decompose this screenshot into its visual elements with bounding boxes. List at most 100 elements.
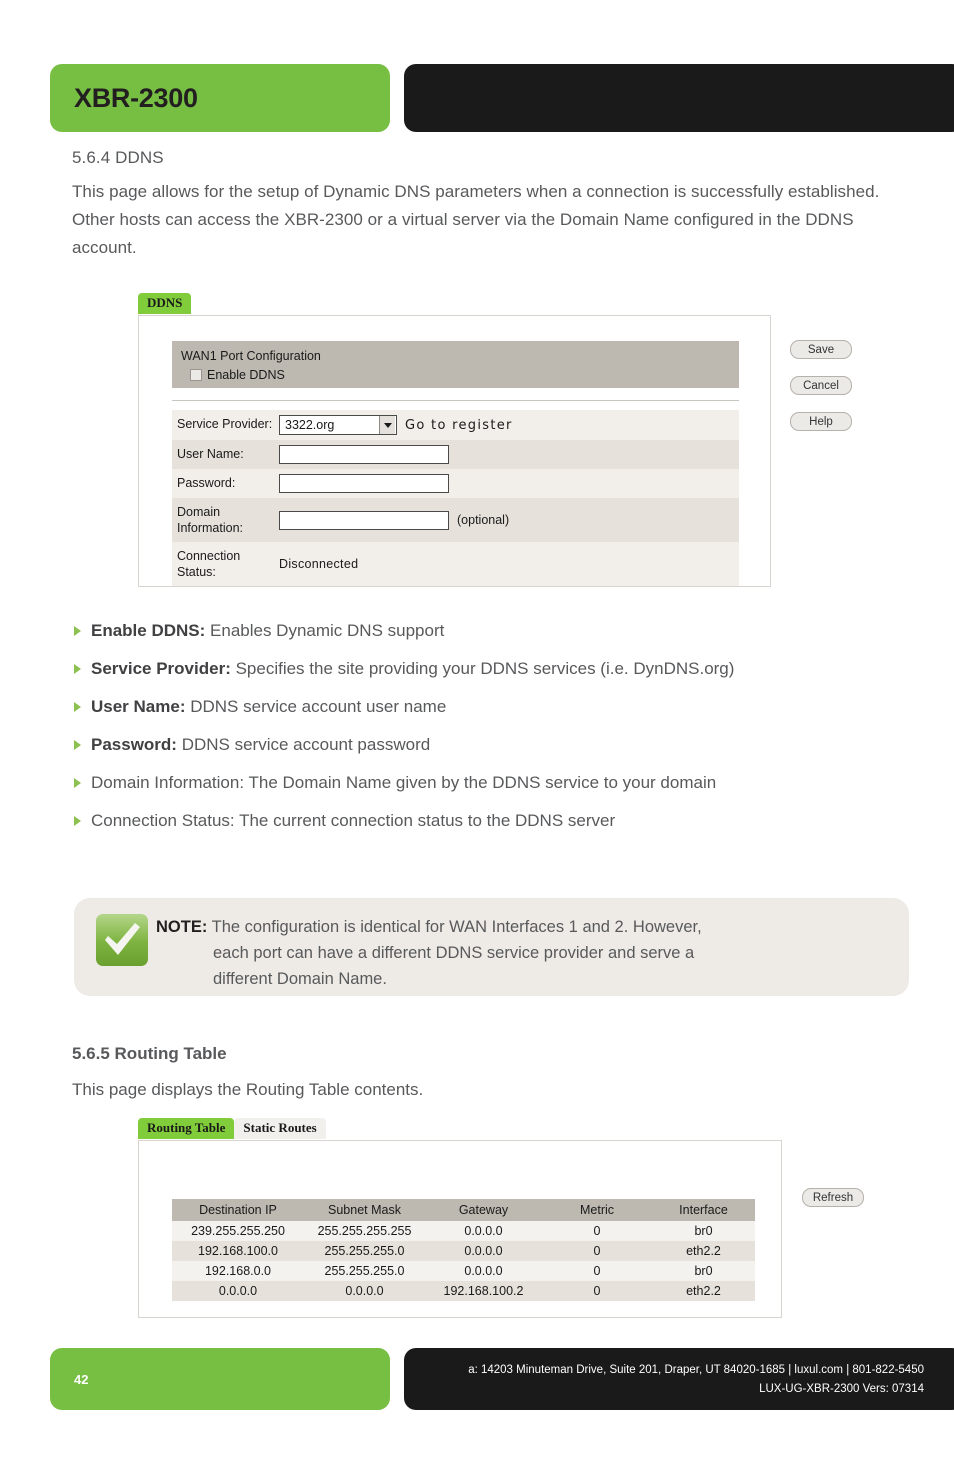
save-button[interactable]: Save: [790, 340, 852, 359]
triangle-bullet-icon: [74, 778, 81, 788]
tab-ddns[interactable]: DDNS: [138, 293, 192, 314]
routing-table-ui-screenshot: Routing Table Static Routes Destination I…: [138, 1118, 898, 1318]
user-name-input[interactable]: [279, 445, 449, 464]
note-line-1: The configuration is identical for WAN I…: [211, 918, 702, 936]
header-black-bar: [404, 64, 954, 132]
table-row: 0.0.0.0 0.0.0.0 192.168.100.2 0 eth2.2: [172, 1281, 755, 1301]
cell-metric: 0: [542, 1241, 652, 1261]
field-row-connection-status: Connection Status: Disconnected: [172, 542, 739, 586]
cell-subnet-mask: 0.0.0.0: [304, 1281, 425, 1301]
cell-interface: eth2.2: [652, 1281, 755, 1301]
note-line-2: each port can have a different DDNS serv…: [213, 944, 695, 962]
routing-table: Destination IP Subnet Mask Gateway Metri…: [172, 1199, 755, 1301]
cell-destination-ip: 192.168.100.0: [172, 1241, 304, 1261]
list-item: Domain Information: The Domain Name give…: [74, 770, 924, 795]
footer-black-bar: a: 14203 Minuteman Drive, Suite 201, Dra…: [404, 1348, 954, 1410]
label-password: Password:: [177, 476, 236, 490]
wan1-config-bar: WAN1 Port Configuration Enable DDNS: [172, 341, 739, 388]
bullet-desc: Specifies the site providing your DDNS s…: [230, 659, 735, 678]
table-header-row: Destination IP Subnet Mask Gateway Metri…: [172, 1199, 755, 1221]
triangle-bullet-icon: [74, 816, 81, 826]
cell-gateway: 0.0.0.0: [425, 1261, 542, 1281]
tab-static-routes[interactable]: Static Routes: [234, 1118, 326, 1139]
note-callout: NOTE: The configuration is identical for…: [74, 898, 909, 996]
page-header: XBR-2300: [0, 64, 954, 132]
page-number: 42: [74, 1371, 89, 1387]
column-header-destination-ip: Destination IP: [172, 1199, 304, 1221]
cell-subnet-mask: 255.255.255.255: [304, 1221, 425, 1241]
field-row-domain-information: Domain Information: (optional): [172, 498, 739, 542]
routing-tabstrip: Routing Table Static Routes: [138, 1118, 898, 1140]
bullet-term: Domain Information:: [91, 773, 245, 792]
service-provider-select[interactable]: 3322.org: [279, 415, 397, 435]
list-item: Service Provider: Specifies the site pro…: [74, 656, 924, 681]
cell-interface: br0: [652, 1221, 755, 1241]
cell-subnet-mask: 255.255.255.0: [304, 1241, 425, 1261]
label-connection-status: Connection Status:: [177, 549, 241, 579]
triangle-bullet-icon: [74, 664, 81, 674]
section-paragraph-routing: This page displays the Routing Table con…: [72, 1080, 424, 1099]
ddns-intro-block: 5.6.4 DDNS This page allows for the setu…: [72, 148, 922, 262]
domain-information-optional-note: (optional): [457, 513, 510, 527]
bullet-term: Service Provider:: [91, 659, 231, 678]
domain-information-input[interactable]: [279, 510, 449, 530]
tab-routing-table[interactable]: Routing Table: [138, 1118, 235, 1139]
table-row: 192.168.100.0 255.255.255.0 0.0.0.0 0 et…: [172, 1241, 755, 1261]
label-user-name: User Name:: [177, 447, 244, 461]
column-header-gateway: Gateway: [425, 1199, 542, 1221]
page-title: XBR-2300: [74, 82, 198, 113]
cell-destination-ip: 0.0.0.0: [172, 1281, 304, 1301]
note-line-3: different Domain Name.: [213, 970, 387, 988]
cell-interface: br0: [652, 1261, 755, 1281]
table-row: 239.255.255.250 255.255.255.255 0.0.0.0 …: [172, 1221, 755, 1241]
bullet-term: User Name:: [91, 697, 186, 716]
ddns-panel: WAN1 Port Configuration Enable DDNS Serv…: [138, 315, 771, 587]
cancel-button[interactable]: Cancel: [790, 376, 852, 395]
cell-destination-ip: 192.168.0.0: [172, 1261, 304, 1281]
bullet-term: Password:: [91, 735, 177, 754]
triangle-bullet-icon: [74, 626, 81, 636]
wan1-config-title: WAN1 Port Configuration: [181, 349, 321, 363]
password-input[interactable]: [279, 474, 449, 493]
triangle-bullet-icon: [74, 702, 81, 712]
list-item: Connection Status: The current connectio…: [74, 808, 924, 833]
enable-ddns-row[interactable]: Enable DDNS: [181, 368, 739, 382]
cell-destination-ip: 239.255.255.250: [172, 1221, 304, 1241]
section-heading-routing: 5.6.5 Routing Table: [72, 1044, 227, 1064]
field-row-user-name: User Name:: [172, 440, 739, 469]
green-check-icon: [96, 914, 148, 966]
enable-ddns-checkbox[interactable]: [190, 369, 202, 381]
cell-interface: eth2.2: [652, 1241, 755, 1261]
footer-address: a: 14203 Minuteman Drive, Suite 201, Dra…: [468, 1364, 924, 1376]
cell-subnet-mask: 255.255.255.0: [304, 1261, 425, 1281]
ddns-ui-screenshot: DDNS WAN1 Port Configuration Enable DDNS…: [138, 293, 890, 593]
field-row-service-provider: Service Provider: 3322.org Go to registe…: [172, 410, 739, 440]
list-item: User Name: DDNS service account user nam…: [74, 694, 924, 719]
bullet-desc: DDNS service account user name: [185, 697, 447, 716]
label-service-provider: Service Provider:: [177, 417, 273, 431]
note-text: NOTE: The configuration is identical for…: [148, 912, 702, 988]
list-item: Enable DDNS: Enables Dynamic DNS support: [74, 618, 924, 643]
bullet-desc: The Domain Name given by the DDNS servic…: [244, 773, 717, 792]
cell-metric: 0: [542, 1221, 652, 1241]
footer-document-id: LUX-UG-XBR-2300 Vers: 07314: [759, 1383, 924, 1395]
section-paragraph-ddns: This page allows for the setup of Dynami…: [72, 182, 880, 257]
label-domain-information: Domain Information:: [177, 505, 244, 535]
refresh-button[interactable]: Refresh: [802, 1188, 864, 1207]
note-label: NOTE:: [156, 918, 208, 936]
cell-gateway: 0.0.0.0: [425, 1241, 542, 1261]
column-header-metric: Metric: [542, 1199, 652, 1221]
help-button[interactable]: Help: [790, 412, 852, 431]
ddns-button-column: Save Cancel Help: [790, 340, 852, 431]
go-to-register-link[interactable]: Go to register: [405, 418, 513, 433]
bullet-desc: DDNS service account password: [176, 735, 431, 754]
page-footer: 42 a: 14203 Minuteman Drive, Suite 201, …: [0, 1348, 954, 1420]
cell-gateway: 0.0.0.0: [425, 1221, 542, 1241]
header-green-badge: XBR-2300: [50, 64, 390, 132]
cell-metric: 0: [542, 1261, 652, 1281]
column-header-interface: Interface: [652, 1199, 755, 1221]
chevron-down-icon[interactable]: [379, 416, 395, 434]
routing-button-column: Refresh: [802, 1188, 864, 1207]
cell-gateway: 192.168.100.2: [425, 1281, 542, 1301]
list-item: Password: DDNS service account password: [74, 732, 924, 757]
